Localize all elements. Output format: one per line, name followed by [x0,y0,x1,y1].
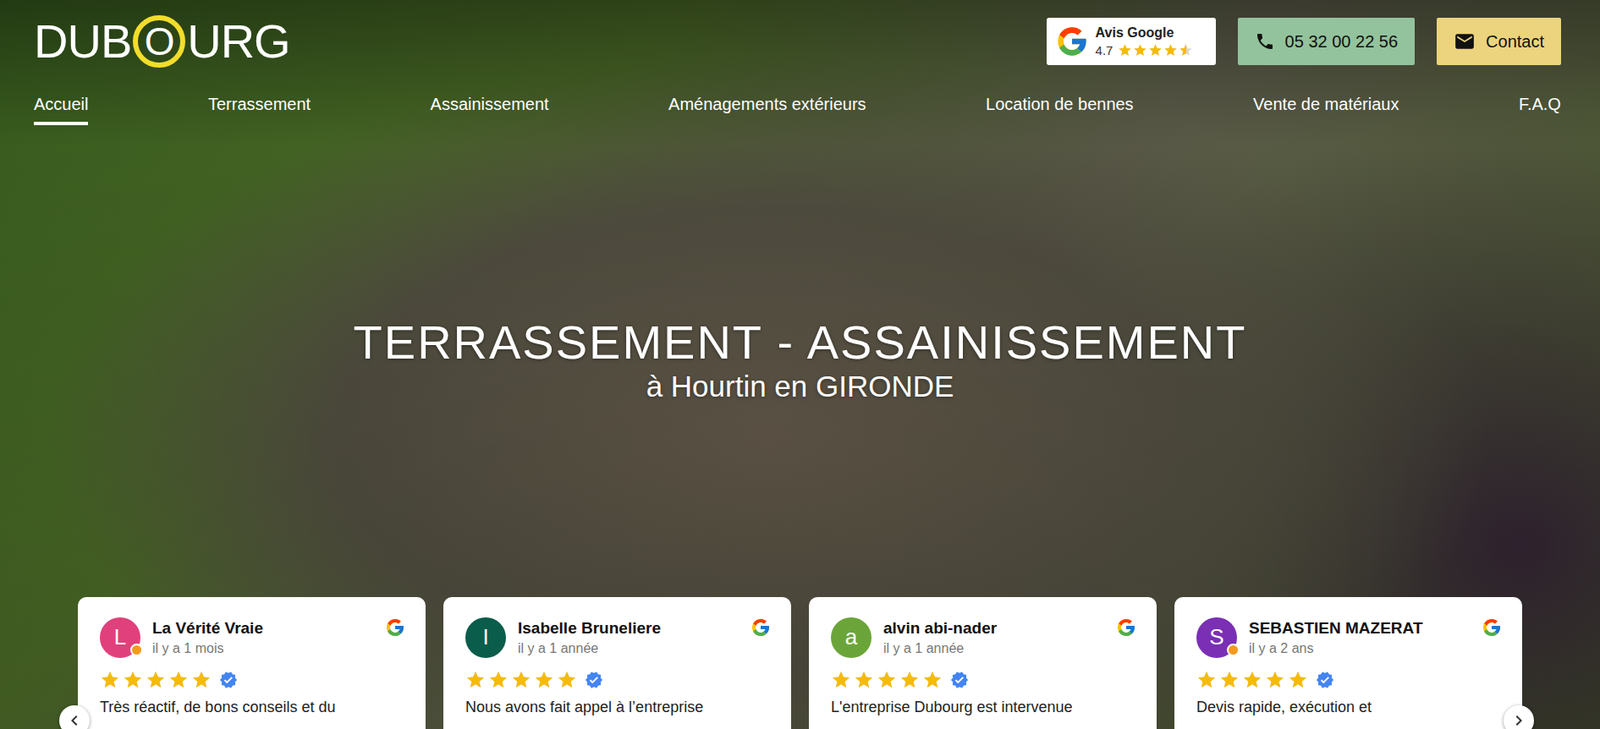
phone-button[interactable]: 05 32 00 22 56 [1237,17,1415,66]
nav-item[interactable]: F.A.Q [1518,94,1562,126]
star-icon [533,670,555,691]
star-icon [1163,43,1178,58]
star-icon [1196,670,1217,691]
review-card: a alvin abi-nader il y a 1 année L'entrepri… [808,597,1157,729]
avatar: S [1196,617,1238,659]
verified-icon [584,670,604,690]
verified-icon [950,670,969,690]
star-icon [1117,43,1133,58]
phone-icon [1254,31,1276,52]
top-bar: DUBOURG Avis Google 4.7 05 32 00 22 56 Conta… [0,0,1600,68]
review-card: L La Vérité Vraie il y a 1 mois Très réacti… [77,597,426,729]
star-icon [488,670,509,691]
nav-item[interactable]: Aménagements extérieurs [668,94,866,126]
google-icon [384,617,406,638]
review-stars [465,670,771,691]
review-text: L'entreprise Dubourg est intervenue [830,698,1137,717]
rating-stars [1117,43,1194,58]
review-text: Nous avons fait appel à l’entreprise [465,698,771,717]
review-stars [99,670,406,691]
google-icon [1481,617,1502,638]
local-guide-badge [130,643,143,657]
hero-title: TERRASSEMENT - ASSAINISSEMENT [353,316,1248,369]
local-guide-badge [1226,643,1240,657]
review-time: il y a 1 mois [152,641,374,657]
review-author: SEBASTIEN MAZERAT [1248,619,1470,638]
google-icon [750,617,771,638]
review-stars [1196,670,1502,691]
contact-button[interactable]: Contact [1436,17,1562,66]
nav-item[interactable]: Accueil [33,94,88,126]
review-card: S SEBASTIEN MAZERAT il y a 2 ans Devis rapi… [1174,597,1523,729]
nav-item[interactable]: Terrassement [208,94,311,126]
rating-value: 4.7 [1095,43,1114,58]
page: DUBOURG Avis Google 4.7 05 32 00 22 56 Conta… [0,0,1600,729]
star-icon [1132,43,1148,58]
review-stars [830,670,1137,691]
main-nav: Accueil Terrassement Assainissement Aménage… [0,84,1600,126]
review-time: il y a 1 année [517,641,739,657]
reviews-carousel: L La Vérité Vraie il y a 1 mois Très réacti… [0,597,1600,729]
star-icon [1148,43,1163,58]
star-icon [853,670,875,691]
avatar: a [830,617,872,659]
nav-item[interactable]: Vente de matériaux [1253,94,1399,126]
avatar: L [99,617,141,659]
star-icon [1178,43,1194,58]
star-icon [465,670,486,691]
review-card: I Isabelle Bruneliere il y a 1 année Nous a… [443,597,792,729]
google-rating-badge[interactable]: Avis Google 4.7 [1046,17,1216,66]
star-icon [876,670,897,691]
hero: TERRASSEMENT - ASSAINISSEMENTà Hourtin e… [0,316,1600,405]
logo[interactable]: DUBOURG [33,15,291,68]
star-icon [122,670,143,691]
verified-icon [1315,670,1335,690]
star-icon [511,670,532,691]
nav-item[interactable]: Assainissement [430,94,550,126]
review-author: Isabelle Bruneliere [517,619,739,638]
review-author: La Vérité Vraie [152,619,374,638]
star-icon [922,670,943,691]
chevron-right-icon [1508,710,1529,729]
star-icon [1219,670,1240,691]
google-icon [1116,617,1137,638]
star-icon [191,670,212,691]
review-author: alvin abi-nader [883,619,1105,638]
star-icon [1264,670,1286,691]
mail-icon [1453,30,1476,53]
review-time: il y a 2 ans [1248,641,1470,657]
star-icon [1287,670,1309,691]
logo-ring: O [132,15,186,68]
star-icon [168,670,189,691]
nav-item[interactable]: Location de bennes [985,94,1134,126]
review-time: il y a 1 année [883,641,1105,657]
star-icon [556,670,578,691]
carousel-next[interactable] [1503,705,1535,729]
star-icon [830,670,852,691]
star-icon [145,670,166,691]
review-text: Devis rapide, exécution et [1196,698,1502,717]
chevron-left-icon [64,710,85,729]
badge-label: Avis Google [1095,25,1194,41]
star-icon [99,670,121,691]
avatar: I [465,617,506,659]
hero-subtitle: à Hourtin en GIRONDE [646,368,955,405]
review-text: Très réactif, de bons conseils et du [99,698,406,717]
google-icon [1055,24,1089,59]
star-icon [899,670,920,691]
verified-icon [219,670,238,690]
star-icon [1242,670,1263,691]
